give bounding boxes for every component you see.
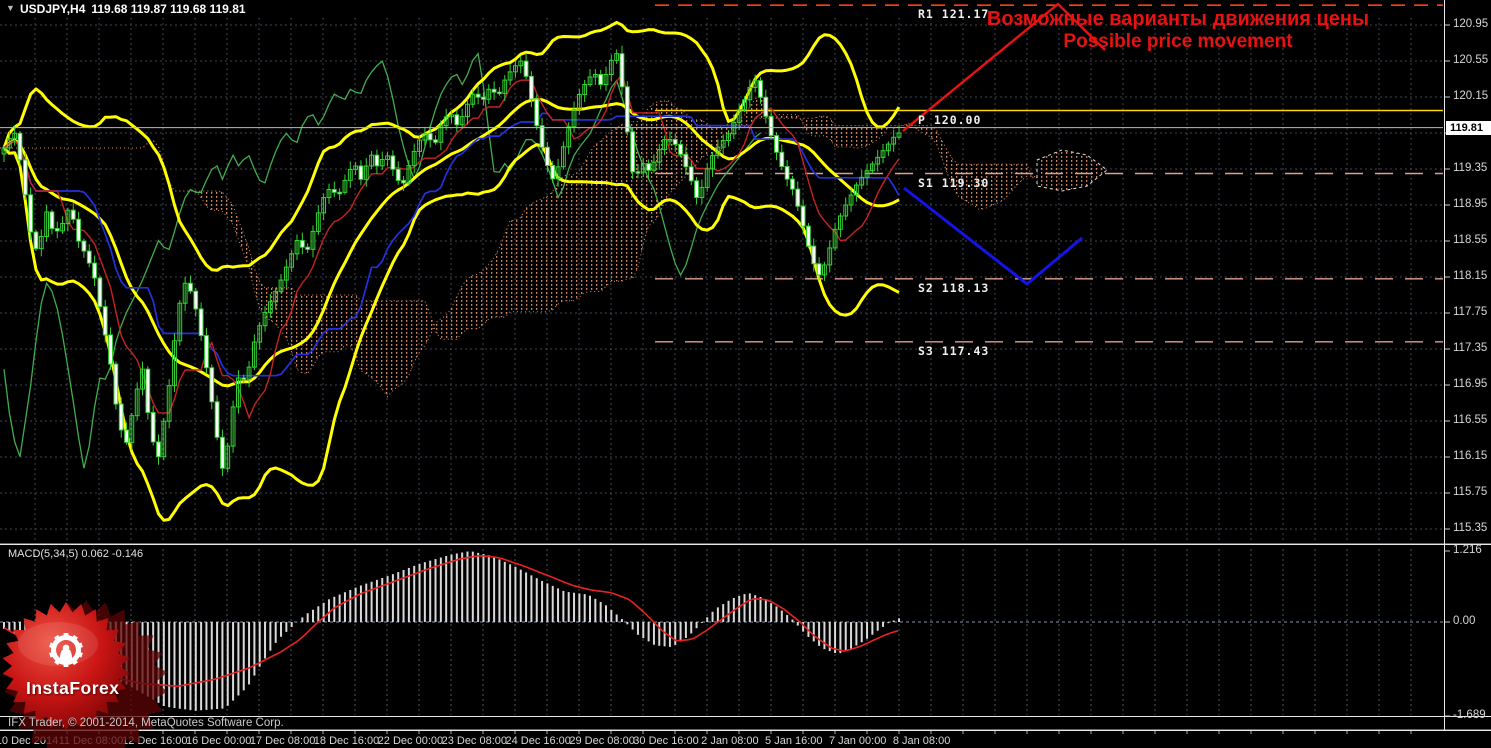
time-tick-12[interactable]: 5 Jan 16:00 (765, 735, 823, 747)
pivot-label-S1: S1 119.30 (918, 175, 990, 190)
macd-tick--1.689[interactable]: -1.689 (1453, 709, 1486, 721)
time-tick-10[interactable]: 30 Dec 16:00 (633, 735, 698, 747)
price-tick-119.35[interactable]: 119.35 (1453, 162, 1487, 174)
price-tick-120.55[interactable]: 120.55 (1453, 54, 1488, 66)
price-tick-116.15[interactable]: 116.15 (1453, 450, 1487, 462)
mt4-terminal: ▼ USDJPY,H4 119.68 119.87 119.68 119.81 В… (0, 0, 1491, 748)
time-tick-8[interactable]: 24 Dec 16:00 (505, 735, 570, 747)
price-tick-118.95[interactable]: 118.95 (1453, 198, 1487, 210)
bollinger-middle (2, 98, 900, 388)
price-tick-118.15[interactable]: 118.15 (1453, 270, 1487, 282)
chart-title: USDJPY,H4 119.68 119.87 119.68 119.81 (20, 2, 252, 16)
macd-tick-0.00[interactable]: 0.00 (1453, 615, 1475, 627)
time-tick-6[interactable]: 22 Dec 00:00 (378, 735, 443, 747)
time-tick-5[interactable]: 18 Dec 16:00 (314, 735, 379, 747)
ichimoku-cloud (0, 95, 1038, 397)
price-tick-120.95[interactable]: 120.95 (1453, 18, 1488, 30)
price-tick-117.75[interactable]: 117.75 (1453, 306, 1487, 318)
price-tick-116.95[interactable]: 116.95 (1453, 378, 1487, 390)
price-tick-118.55[interactable]: 118.55 (1453, 234, 1487, 246)
time-tick-14[interactable]: 8 Jan 08:00 (893, 735, 951, 747)
annotation-russian: Возможные варианты движения цены (986, 8, 1370, 30)
pivot-label-P: P 120.00 (918, 112, 982, 127)
price-tick-115.35[interactable]: 115.35 (1453, 522, 1487, 534)
price-tick-116.55[interactable]: 116.55 (1453, 414, 1487, 426)
tenkan-sen-line (3, 72, 900, 420)
macd-indicator-label: MACD(5,34,5) 0.062 -0.146 (8, 548, 144, 560)
macd-tick-1.216[interactable]: 1.216 (1453, 544, 1482, 556)
time-tick-7[interactable]: 23 Dec 08:00 (442, 735, 507, 747)
copyright-text: IFX Trader, © 2001-2014, MetaQuotes Soft… (8, 717, 284, 729)
instaforex-wordmark: InstaForex (26, 678, 120, 698)
annotation-english: Possible price movement (1063, 31, 1293, 52)
time-tick-11[interactable]: 2 Jan 08:00 (701, 735, 759, 747)
forward-cloud-tail (1036, 149, 1108, 192)
candles (1, 45, 902, 477)
price-tick-120.15[interactable]: 120.15 (1453, 90, 1488, 102)
pivot-label-S2: S2 118.13 (918, 280, 990, 295)
symbol-period-label: USDJPY,H4 (20, 2, 86, 16)
current-price-badge: 119.81 (1446, 120, 1491, 135)
chart-dropdown-icon[interactable]: ▼ (6, 3, 15, 13)
time-tick-13[interactable]: 7 Jan 00:00 (829, 735, 887, 747)
time-tick-9[interactable]: 29 Dec 08:00 (569, 735, 634, 747)
pivot-label-S3: S3 117.43 (918, 343, 990, 358)
ohlc-values: 119.68 119.87 119.68 119.81 (91, 2, 246, 16)
price-tick-115.75[interactable]: 115.75 (1453, 486, 1487, 498)
price-tick-117.35[interactable]: 117.35 (1453, 342, 1487, 354)
